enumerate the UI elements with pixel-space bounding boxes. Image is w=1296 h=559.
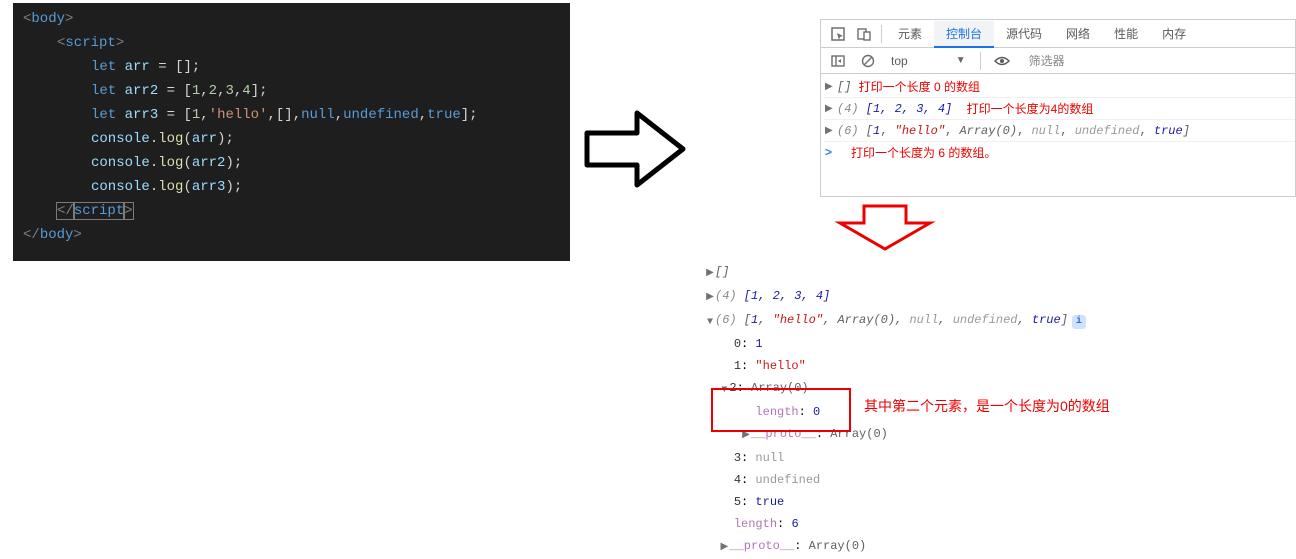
arrow-down-icon: [830, 203, 940, 253]
code-line: console.log(arr2);: [23, 151, 560, 175]
object-property-row[interactable]: 5: true: [701, 491, 1296, 513]
console-log-row[interactable]: ▼(6) [1, "hello", Array(0), null, undefi…: [701, 309, 1296, 333]
annotation-text: 其中第二个元素，是一个长度为0的数组: [864, 396, 1110, 416]
filter-input[interactable]: 筛选器: [1029, 52, 1065, 69]
code-line: console.log(arr3);: [23, 175, 560, 199]
tab-performance[interactable]: 性能: [1102, 20, 1150, 47]
expand-toggle-icon[interactable]: ▶: [825, 120, 837, 143]
devtools-panel: 元素 控制台 源代码 网络 性能 内存 top▼ 筛选器 ▶ [] 打印一个长度…: [820, 19, 1296, 197]
tab-console[interactable]: 控制台: [934, 21, 994, 48]
annotation-text: 打印一个长度 0 的数组: [859, 76, 980, 98]
annotation-text: 打印一个长度为 6 的数组。: [851, 144, 996, 161]
annotation-text: 打印一个长度为4的数组: [967, 98, 1094, 120]
object-property-row[interactable]: ▶__proto__: Array(0): [701, 535, 1296, 559]
live-expression-icon[interactable]: [989, 55, 1015, 67]
object-property-row[interactable]: 4: undefined: [701, 469, 1296, 491]
code-line: </script>: [23, 199, 560, 223]
code-line: <body>: [23, 7, 560, 31]
console-sidebar-toggle-icon[interactable]: [825, 55, 851, 67]
prompt-caret-icon: >: [825, 145, 837, 159]
clear-console-icon[interactable]: [855, 54, 881, 68]
console-log-row[interactable]: ▶ (4) [1, 2, 3, 4] 打印一个长度为4的数组: [823, 98, 1295, 120]
console-prompt[interactable]: > 打印一个长度为 6 的数组。: [823, 142, 1295, 162]
code-line: <script>: [23, 31, 560, 55]
execution-context-select[interactable]: top▼: [885, 54, 972, 68]
object-property-row[interactable]: 1: "hello": [701, 355, 1296, 377]
expand-toggle-icon[interactable]: ▶: [825, 76, 837, 99]
divider: [881, 25, 882, 43]
code-line: </body>: [23, 223, 560, 247]
code-editor: <body> <script> let arr = []; let arr2 =…: [13, 3, 570, 261]
code-line: let arr3 = [1,'hello',[],null,undefined,…: [23, 103, 560, 127]
console-log-row[interactable]: ▶[]: [701, 261, 1296, 285]
device-toggle-icon[interactable]: [851, 27, 877, 41]
expand-toggle-icon[interactable]: ▶: [705, 263, 715, 285]
object-property-row[interactable]: 3: null: [701, 447, 1296, 469]
tab-elements[interactable]: 元素: [886, 20, 934, 47]
console-log-row[interactable]: ▶ (6) [1, "hello", Array(0), null, undef…: [823, 120, 1295, 142]
object-property-row[interactable]: 0: 1: [701, 333, 1296, 355]
tab-sources[interactable]: 源代码: [994, 20, 1054, 47]
console-output: ▶ [] 打印一个长度 0 的数组 ▶ (4) [1, 2, 3, 4] 打印一…: [821, 74, 1295, 164]
object-property-row[interactable]: length: 6: [701, 513, 1296, 535]
code-line: let arr2 = [1,2,3,4];: [23, 79, 560, 103]
tab-memory[interactable]: 内存: [1150, 20, 1198, 47]
info-badge-icon[interactable]: i: [1072, 315, 1086, 329]
console-log-row[interactable]: ▶ [] 打印一个长度 0 的数组: [823, 76, 1295, 98]
chevron-down-icon: ▼: [956, 55, 966, 66]
divider: [980, 52, 981, 70]
inspect-icon[interactable]: [825, 27, 851, 41]
code-line: let arr = [];: [23, 55, 560, 79]
collapse-toggle-icon[interactable]: ▼: [705, 312, 715, 334]
arrow-right-icon: [583, 103, 693, 195]
annotation-box: [711, 388, 851, 432]
code-line: console.log(arr);: [23, 127, 560, 151]
console-log-row[interactable]: ▶(4) [1, 2, 3, 4]: [701, 285, 1296, 309]
console-toolbar: top▼ 筛选器: [821, 48, 1295, 74]
devtools-tabbar: 元素 控制台 源代码 网络 性能 内存: [821, 20, 1295, 48]
expand-toggle-icon[interactable]: ▶: [719, 537, 729, 559]
tab-network[interactable]: 网络: [1054, 20, 1102, 47]
expand-toggle-icon[interactable]: ▶: [825, 98, 837, 121]
expand-toggle-icon[interactable]: ▶: [705, 287, 715, 309]
